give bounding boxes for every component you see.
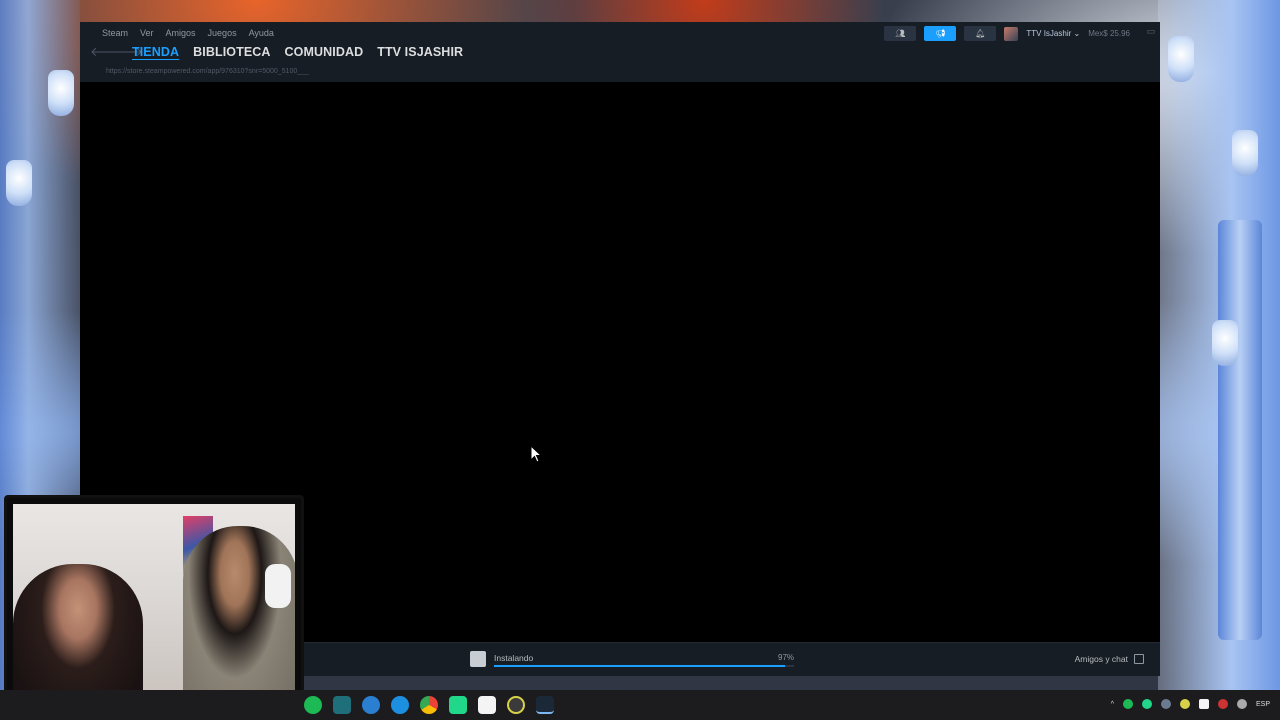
menu-juegos[interactable]: Juegos [208, 28, 237, 38]
minimize-icon[interactable]: ▭ [1142, 26, 1160, 41]
record-tray-icon[interactable] [1217, 699, 1228, 709]
steam-navbar: 🡐 🡒 TIENDA BIBLIOTECA COMUNIDAD TTV ISJA… [90, 44, 463, 60]
nvidia-tray-icon[interactable] [1141, 699, 1152, 709]
game-thumbnail-icon[interactable] [470, 651, 486, 667]
steam-menubar: Steam Ver Amigos Juegos Ayuda [102, 28, 274, 38]
tab-biblioteca[interactable]: BIBLIOTECA [193, 45, 270, 59]
obs-icon[interactable] [507, 696, 525, 714]
friends-icon: 👥︎ [895, 29, 906, 38]
megaphone-icon: 📢︎ [935, 29, 946, 38]
friends-chat-label: Amigos y chat [1074, 654, 1128, 664]
lamp-left-top [48, 70, 74, 116]
download-percent: 97% [778, 653, 795, 662]
lamp-right-low [1212, 320, 1238, 366]
capcut-tray-icon[interactable] [1198, 699, 1209, 709]
mouse-cursor-icon [530, 445, 543, 463]
system-tray: ^ ESP [1111, 699, 1270, 709]
lamp-right-top [1168, 36, 1194, 82]
webcam-feed [13, 504, 295, 704]
language-indicator[interactable]: ESP [1256, 701, 1270, 708]
nav-tabs: TIENDA BIBLIOTECA COMUNIDAD TTV ISJASHIR [132, 45, 463, 59]
spotify-icon[interactable] [304, 696, 322, 714]
streamer-right [183, 526, 295, 704]
notifications-button[interactable]: 🔔︎ [964, 26, 997, 41]
chat-icon [1134, 654, 1144, 664]
menu-steam[interactable]: Steam [102, 28, 128, 38]
edge-dev-icon[interactable] [333, 696, 351, 714]
streamer-left [13, 564, 143, 704]
steam-taskbar-icon[interactable] [536, 696, 554, 714]
webcam-overlay [4, 495, 304, 713]
tab-tienda[interactable]: TIENDA [132, 45, 179, 59]
download-progress-track [494, 665, 794, 667]
edge-icon[interactable] [391, 696, 409, 714]
overlay-pillar [1218, 220, 1262, 640]
pycharm-icon[interactable] [449, 696, 467, 714]
header-right-controls: 👥︎ 📢︎ 🔔︎ TTV IsJashir ⌄ Mex$ 25.96 ▭ [884, 26, 1160, 41]
friends-button[interactable]: 👥︎ [884, 26, 917, 41]
taskbar-apps [304, 696, 554, 714]
download-status[interactable]: Instalando [494, 653, 533, 663]
windows-taskbar: ^ ESP [0, 690, 1280, 720]
avatar[interactable] [1004, 26, 1019, 41]
steam-header: Steam Ver Amigos Juegos Ayuda 🡐 🡒 TIENDA… [80, 22, 1160, 82]
menu-ver[interactable]: Ver [140, 28, 154, 38]
menu-amigos[interactable]: Amigos [166, 28, 196, 38]
lamp-right-mid [1232, 130, 1258, 176]
tab-profile[interactable]: TTV ISJASHIR [377, 45, 463, 59]
capcut-icon[interactable] [478, 696, 496, 714]
url-bar: https://store.steampowered.com/app/97631… [106, 68, 309, 75]
chrome-icon[interactable] [420, 696, 438, 714]
chevron-up-icon[interactable]: ^ [1111, 701, 1114, 708]
forward-arrow-icon[interactable]: 🡒 [108, 44, 143, 60]
headset [265, 564, 291, 608]
account-name[interactable]: TTV IsJashir ⌄ [1026, 29, 1080, 38]
tab-comunidad[interactable]: COMUNIDAD [285, 45, 364, 59]
menu-ayuda[interactable]: Ayuda [249, 28, 274, 38]
obs-tray-icon[interactable] [1179, 699, 1190, 709]
opera-icon[interactable] [362, 696, 380, 714]
wallet-balance: Mex$ 25.96 [1088, 29, 1130, 38]
bell-icon: 🔔︎ [975, 29, 986, 38]
announcements-button[interactable]: 📢︎ [924, 26, 957, 41]
download-progress-fill [494, 665, 785, 667]
back-arrow-icon[interactable]: 🡐 [90, 44, 125, 60]
steam-tray-icon[interactable] [1160, 699, 1171, 709]
friends-chat-button[interactable]: Amigos y chat [1075, 654, 1144, 664]
mic-icon[interactable] [1236, 699, 1247, 709]
spotify-tray-icon[interactable] [1122, 699, 1133, 709]
lamp-left-mid [6, 160, 32, 206]
